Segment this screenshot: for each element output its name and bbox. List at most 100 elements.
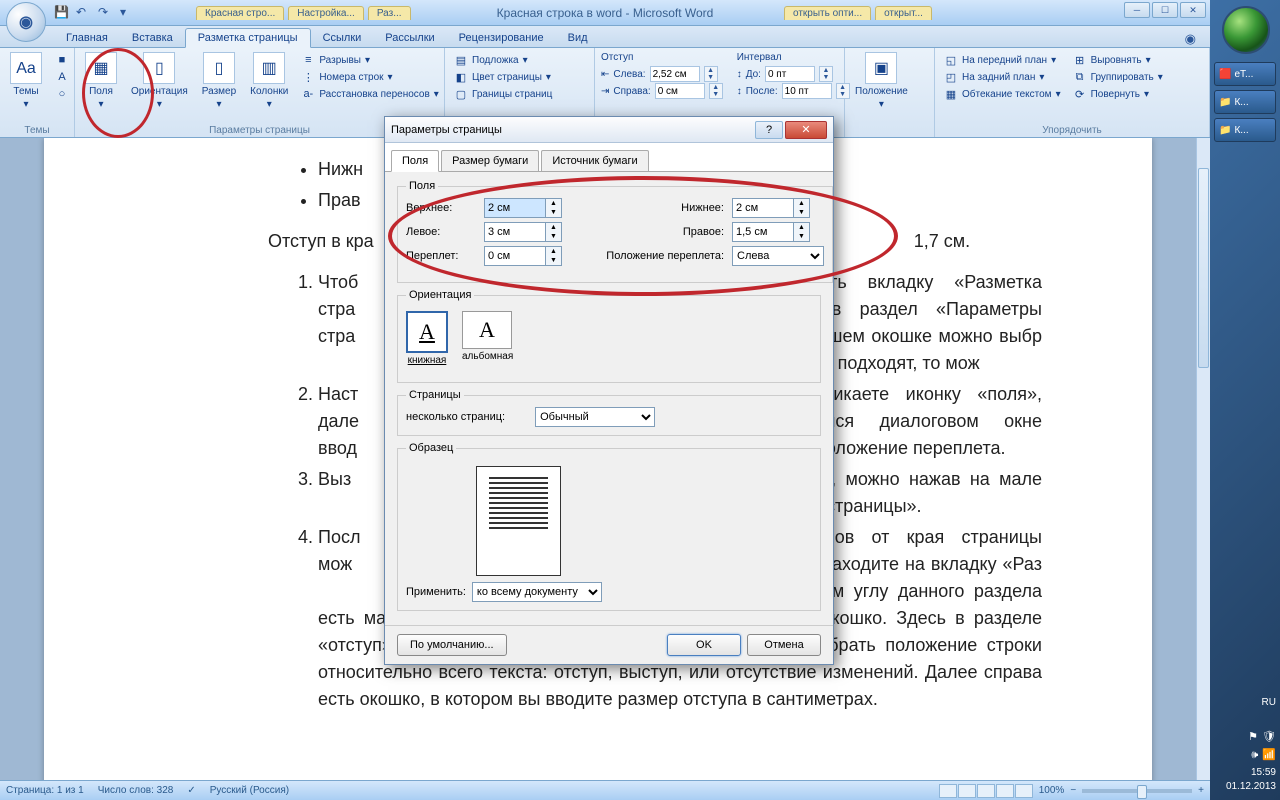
tab-page-layout[interactable]: Разметка страницы xyxy=(185,28,311,48)
watermark-button[interactable]: ▤Подложка ▾ xyxy=(451,52,555,68)
tray-icon[interactable]: 🛡 xyxy=(1262,730,1276,744)
taskbar-item[interactable]: 📁 К... xyxy=(1214,90,1276,114)
office-button[interactable]: ◉ xyxy=(6,2,46,42)
theme-effects-button[interactable]: ○ xyxy=(52,86,72,102)
gutter-pos-select[interactable]: Слева xyxy=(732,246,824,266)
tab-home[interactable]: Главная xyxy=(54,29,120,47)
browser-tab[interactable]: Настройка... xyxy=(288,6,364,20)
tab-references[interactable]: Ссылки xyxy=(311,29,374,47)
bring-front-button[interactable]: ◱На передний план ▾ xyxy=(941,52,1064,68)
columns-button[interactable]: ▥Колонки▾ xyxy=(244,50,294,112)
tab-mailings[interactable]: Рассылки xyxy=(373,29,446,47)
text-wrap-button[interactable]: ▦Обтекание текстом ▾ xyxy=(941,86,1064,102)
system-tray[interactable]: RU ⚑ 🛡 🕪 📶 15:59 01.12.2013 xyxy=(1214,696,1276,794)
tab-review[interactable]: Рецензирование xyxy=(447,29,556,47)
tray-date[interactable]: 01.12.2013 xyxy=(1214,780,1276,794)
rotate-icon: ⟳ xyxy=(1073,87,1087,101)
app-title: Красная строка в word - Microsoft Word xyxy=(497,6,714,20)
group-button[interactable]: ⧉Группировать ▾ xyxy=(1070,69,1166,85)
apply-to-select[interactable]: ко всему документу xyxy=(472,582,602,602)
maximize-button[interactable]: ☐ xyxy=(1152,2,1178,18)
help-icon[interactable]: ◉ xyxy=(1185,31,1196,47)
dialog-tab-paper[interactable]: Размер бумаги xyxy=(441,150,539,172)
tray-time[interactable]: 15:59 xyxy=(1214,766,1276,780)
spinner[interactable]: ▲▼ xyxy=(794,198,810,218)
tray-icon[interactable]: 🕪 xyxy=(1251,748,1258,762)
align-button[interactable]: ⊞Выровнять ▾ xyxy=(1070,52,1166,68)
proofing-icon[interactable]: ✓ xyxy=(187,785,195,796)
spinner[interactable]: ▲▼ xyxy=(546,198,562,218)
page-count[interactable]: Страница: 1 из 1 xyxy=(6,785,84,796)
spinner[interactable]: ▲▼ xyxy=(546,246,562,266)
theme-fonts-button[interactable]: A xyxy=(52,69,72,85)
spinner[interactable]: ▲▼ xyxy=(704,66,718,82)
zoom-value[interactable]: 100% xyxy=(1039,785,1065,796)
tray-lang[interactable]: RU xyxy=(1214,696,1276,710)
theme-colors-button[interactable]: ■ xyxy=(52,52,72,68)
browser-tab[interactable]: открыть опти... xyxy=(784,6,871,20)
redo-icon[interactable]: ↷ xyxy=(98,5,114,21)
ok-button[interactable]: OK xyxy=(667,634,741,656)
landscape-option[interactable]: Aальбомная xyxy=(462,311,513,366)
page-color-button[interactable]: ◧Цвет страницы ▾ xyxy=(451,69,555,85)
spinner[interactable]: ▲▼ xyxy=(794,222,810,242)
size-button[interactable]: ▯Размер▾ xyxy=(196,50,242,112)
left-margin-input[interactable] xyxy=(484,222,546,242)
tray-icon[interactable]: 📶 xyxy=(1262,748,1276,762)
browser-tab[interactable]: Раз... xyxy=(368,6,411,20)
bottom-margin-input[interactable] xyxy=(732,198,794,218)
orientation-button[interactable]: ▯Ориентация▾ xyxy=(125,50,194,112)
start-button[interactable] xyxy=(1222,6,1270,54)
spacing-before-input[interactable] xyxy=(765,66,815,82)
browser-tab[interactable]: открыт... xyxy=(875,6,932,20)
dialog-help-button[interactable]: ? xyxy=(755,121,783,139)
vertical-scrollbar[interactable] xyxy=(1196,138,1210,780)
dialog-titlebar[interactable]: Параметры страницы ? ✕ xyxy=(385,117,833,143)
undo-icon[interactable]: ↶ xyxy=(76,5,92,21)
line-numbers-button[interactable]: ⋮Номера строк ▾ xyxy=(298,69,441,85)
tab-insert[interactable]: Вставка xyxy=(120,29,185,47)
gutter-input[interactable] xyxy=(484,246,546,266)
margins-button[interactable]: ▦Поля▾ xyxy=(79,50,123,112)
taskbar-item[interactable]: 🟥 еТ... xyxy=(1214,62,1276,86)
default-button[interactable]: По умолчанию... xyxy=(397,634,507,656)
spacing-after: ↕После:▲▼ xyxy=(737,83,850,99)
spinner[interactable]: ▲▼ xyxy=(546,222,562,242)
language[interactable]: Русский (Россия) xyxy=(210,785,289,796)
page-borders-button[interactable]: ▢Границы страниц xyxy=(451,86,555,102)
dialog-tab-margins[interactable]: Поля xyxy=(391,150,439,172)
breaks-button[interactable]: ≡Разрывы ▾ xyxy=(298,52,441,68)
portrait-option[interactable]: Aкнижная xyxy=(406,311,448,366)
view-buttons[interactable] xyxy=(939,784,1033,798)
scroll-thumb[interactable] xyxy=(1198,168,1209,368)
browser-tab[interactable]: Красная стро... xyxy=(196,6,284,20)
indent-right-input[interactable] xyxy=(655,83,705,99)
spinner[interactable]: ▲▼ xyxy=(709,83,723,99)
themes-button[interactable]: AaТемы▾ xyxy=(4,50,48,112)
close-button[interactable]: ✕ xyxy=(1180,2,1206,18)
cancel-button[interactable]: Отмена xyxy=(747,634,821,656)
spinner[interactable]: ▲▼ xyxy=(819,66,833,82)
spacing-after-input[interactable] xyxy=(782,83,832,99)
left-margin-label: Левое: xyxy=(406,226,476,238)
hyphenation-button[interactable]: a-Расстановка переносов ▾ xyxy=(298,86,441,102)
zoom-out[interactable]: − xyxy=(1070,785,1076,796)
top-margin-input[interactable] xyxy=(484,198,546,218)
rotate-button[interactable]: ⟳Повернуть ▾ xyxy=(1070,86,1166,102)
indent-left-input[interactable] xyxy=(650,66,700,82)
send-back-button[interactable]: ◰На задний план ▾ xyxy=(941,69,1064,85)
qat-dropdown-icon[interactable]: ▾ xyxy=(120,5,136,21)
right-margin-input[interactable] xyxy=(732,222,794,242)
dialog-close-button[interactable]: ✕ xyxy=(785,121,827,139)
dialog-tab-source[interactable]: Источник бумаги xyxy=(541,150,648,172)
multi-pages-select[interactable]: Обычный xyxy=(535,407,655,427)
zoom-slider[interactable] xyxy=(1082,789,1192,793)
position-button[interactable]: ▣Положение▾ xyxy=(849,50,914,112)
save-icon[interactable]: 💾 xyxy=(54,5,70,21)
tray-icon[interactable]: ⚑ xyxy=(1248,730,1258,744)
minimize-button[interactable]: ─ xyxy=(1124,2,1150,18)
word-count[interactable]: Число слов: 328 xyxy=(98,785,174,796)
tab-view[interactable]: Вид xyxy=(556,29,600,47)
taskbar-item[interactable]: 📁 К... xyxy=(1214,118,1276,142)
zoom-in[interactable]: + xyxy=(1198,785,1204,796)
